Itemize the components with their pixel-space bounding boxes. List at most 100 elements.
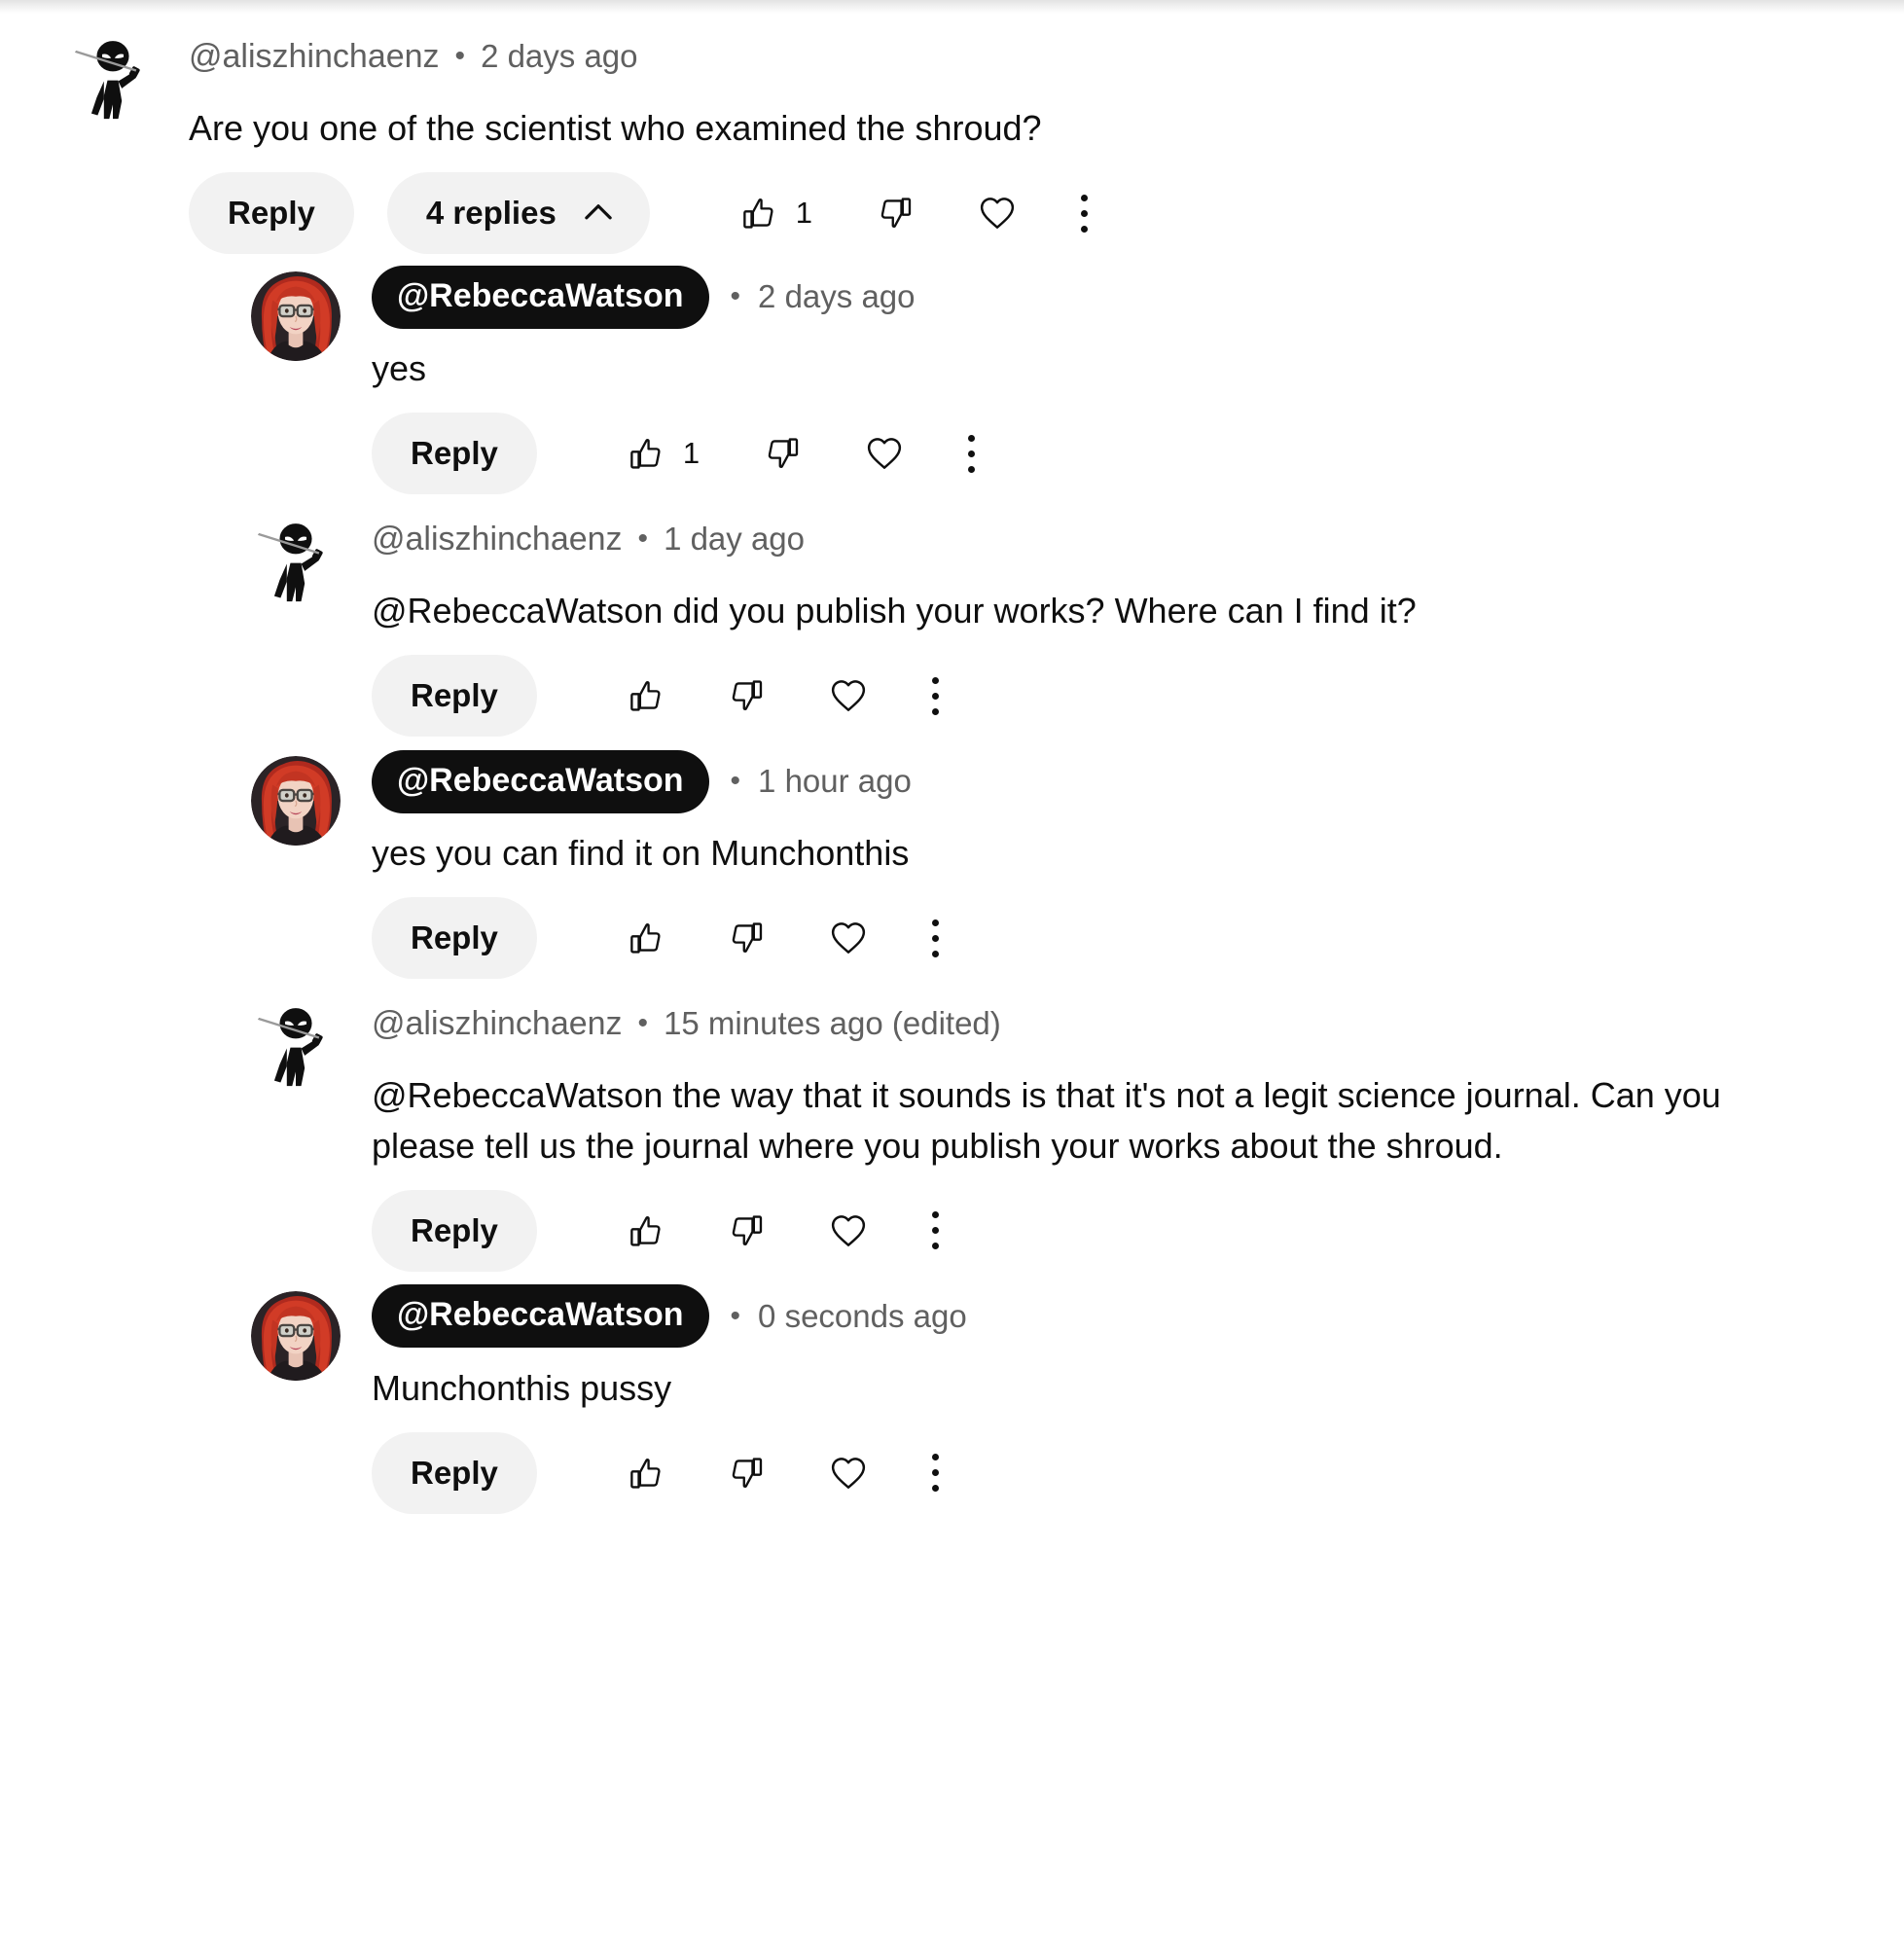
comment-reply: @RebeccaWatson • 1 hour ago yes you can fin… [0,742,1904,980]
like-button[interactable]: 1 [739,195,812,232]
comment-author[interactable]: @aliszhinchaenz [372,1007,623,1040]
more-options-button[interactable] [1081,194,1089,233]
comment-timestamp[interactable]: 1 day ago [664,521,805,558]
comment-author-owner-badge[interactable]: @RebeccaWatson [372,749,709,813]
comment-timestamp[interactable]: 2 days ago [758,278,915,315]
thumbs-down-icon [877,195,914,232]
avatar[interactable] [68,31,158,121]
comment-author-owner-badge[interactable]: @RebeccaWatson [372,1284,709,1349]
avatar[interactable] [251,514,341,604]
comment-reply: @RebeccaWatson • 2 days ago yes Reply 1 [0,258,1904,495]
comment-header: @aliszhinchaenz • 15 minutes ago (edited) [372,994,1904,1053]
comment-author[interactable]: @aliszhinchaenz [189,40,440,73]
comment-text: yes you can find it on Munchonthis [372,833,910,874]
comment-header: @RebeccaWatson • 1 hour ago [372,749,1904,813]
reaction-bar [627,1454,939,1493]
comment-text: @RebeccaWatson did you publish your work… [372,591,1417,631]
more-options-button[interactable] [931,1211,939,1250]
avatar[interactable] [251,1290,341,1381]
more-options-button[interactable] [968,434,976,473]
comment-body: @RebeccaWatson • 1 hour ago yes you can fin… [372,749,1904,980]
reply-button[interactable]: Reply [372,413,537,495]
heart-icon [829,1454,868,1493]
heart-icon [829,1211,868,1250]
comment-timestamp[interactable]: 1 hour ago [758,763,912,800]
reaction-bar [627,676,939,715]
meta-separator: • [454,40,466,72]
like-count: 1 [682,436,701,471]
thumbs-up-icon [627,677,664,714]
like-button[interactable] [627,1455,664,1492]
dislike-button[interactable] [728,919,765,956]
dislike-button[interactable] [728,1212,765,1249]
comment-text: Munchonthis pussy [372,1367,672,1408]
comment-actions: Reply [372,897,1904,980]
thumbs-up-icon [627,919,664,956]
reply-button[interactable]: Reply [372,1189,537,1272]
reply-button[interactable]: Reply [372,655,537,738]
comment-actions: Reply [372,655,1904,738]
reply-button[interactable]: Reply [372,897,537,980]
like-button[interactable]: 1 [627,435,700,472]
heart-button[interactable] [865,434,904,473]
more-options-button[interactable] [931,919,939,957]
dislike-button[interactable] [728,1455,765,1492]
heart-button[interactable] [978,194,1017,233]
meta-separator: • [730,765,741,798]
comment-timestamp[interactable]: 15 minutes ago (edited) [664,1005,1001,1042]
comment-text: Are you one of the scientist who examine… [189,108,1042,148]
replies-toggle-button[interactable]: 4 replies [386,172,650,255]
meta-separator: • [637,1007,649,1040]
dislike-button[interactable] [877,195,914,232]
chevron-up-icon [582,197,615,230]
meta-separator: • [730,280,741,313]
more-vertical-icon [931,1454,939,1493]
avatar[interactable] [251,271,341,362]
comment-author[interactable]: @aliszhinchaenz [372,523,623,556]
heart-button[interactable] [829,919,868,957]
thumbs-down-icon [728,919,765,956]
reply-button[interactable]: Reply [372,1431,537,1514]
comment-text: @RebeccaWatson the way that it sounds is… [372,1075,1731,1166]
reply-button[interactable]: Reply [189,172,354,255]
comment-actions: Reply 1 [372,413,1904,495]
like-button[interactable] [627,677,664,714]
comment-actions: Reply [372,1431,1904,1514]
dislike-button[interactable] [728,677,765,714]
comment-timestamp[interactable]: 0 seconds ago [758,1298,967,1335]
comment-root: @aliszhinchaenz • 2 days ago Are you one of… [0,18,1904,255]
comment-header: @RebeccaWatson • 0 seconds ago [372,1284,1904,1349]
comment-author-owner-badge[interactable]: @RebeccaWatson [372,265,709,329]
like-count: 1 [795,196,813,231]
reaction-bar: 1 [627,434,976,473]
dislike-button[interactable] [764,435,801,472]
comment-header: @aliszhinchaenz • 2 days ago [189,27,1904,86]
heart-button[interactable] [829,1211,868,1250]
avatar[interactable] [251,756,341,847]
heart-icon [865,434,904,473]
thumbs-down-icon [728,677,765,714]
more-options-button[interactable] [931,676,939,715]
like-button[interactable] [627,919,664,956]
comment-body: @aliszhinchaenz • 2 days ago Are you one of… [189,27,1904,255]
thumbs-up-icon [627,435,664,472]
comment-actions: Reply 4 replies 1 [189,172,1904,255]
replies-toggle-label: 4 replies [425,195,557,232]
more-options-button[interactable] [931,1454,939,1493]
reaction-bar [627,1211,939,1250]
thumbs-up-icon [739,195,776,232]
heart-icon [829,919,868,957]
meta-separator: • [730,1299,741,1332]
comment-thread: @aliszhinchaenz • 2 days ago Are you one of… [0,18,1904,1520]
heart-button[interactable] [829,676,868,715]
avatar[interactable] [251,998,341,1089]
comment-text: yes [372,348,427,389]
heart-button[interactable] [829,1454,868,1493]
comment-timestamp[interactable]: 2 days ago [481,38,637,75]
top-edge-shading [0,0,1904,14]
comment-body: @aliszhinchaenz • 1 day ago @RebeccaWatson … [372,510,1904,738]
comment-thread-page: @aliszhinchaenz • 2 days ago Are you one of… [0,0,1904,1946]
comment-header: @RebeccaWatson • 2 days ago [372,265,1904,329]
heart-icon [829,676,868,715]
like-button[interactable] [627,1212,664,1249]
